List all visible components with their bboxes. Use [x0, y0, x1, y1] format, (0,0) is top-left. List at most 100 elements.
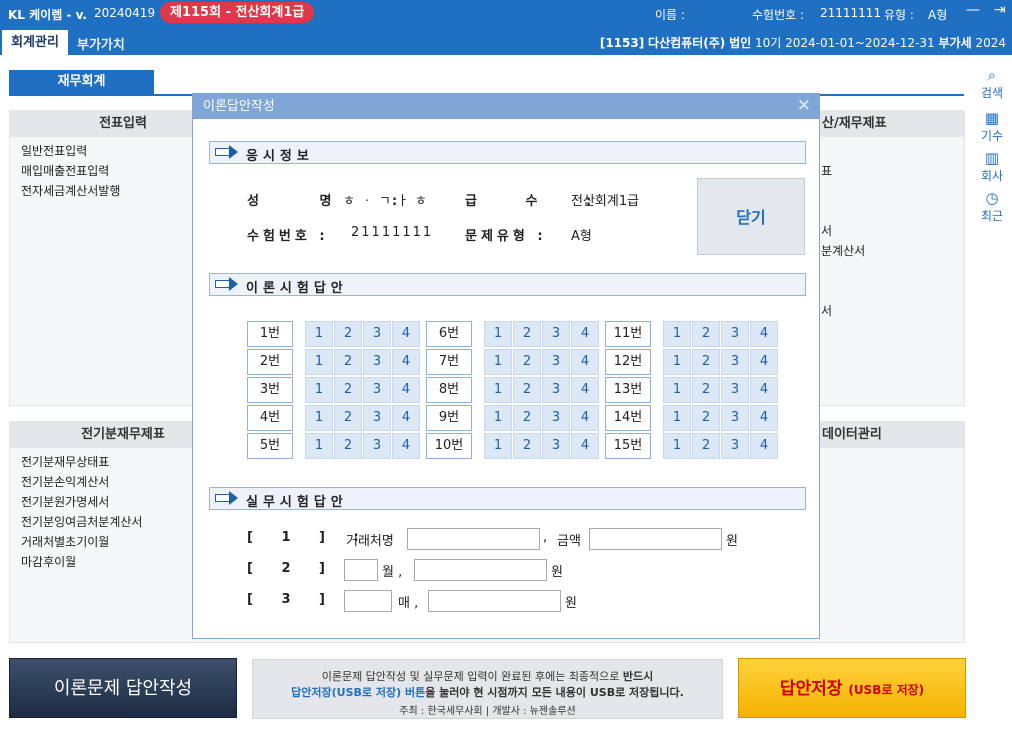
answer-option-button[interactable]: 3 [721, 349, 749, 375]
answer-option-button[interactable]: 1 [305, 349, 333, 375]
answer-option-button[interactable]: 4 [571, 405, 599, 431]
tab-vat[interactable]: 부가가치 [77, 34, 125, 53]
answer-option-button[interactable]: 2 [334, 349, 362, 375]
menu-item-prior-surplus[interactable]: 전기분잉여금처분계산서 [21, 513, 142, 530]
answer-option-button[interactable]: 3 [721, 405, 749, 431]
answer-option-button[interactable]: 1 [484, 433, 512, 459]
answer-option-button[interactable]: 2 [692, 377, 720, 403]
answer-option-button[interactable]: 4 [392, 377, 420, 403]
period-button[interactable]: ▦ 기수 [978, 110, 1006, 144]
recent-button[interactable]: ◷ 최근 [978, 190, 1006, 224]
close-button[interactable]: 닫기 [697, 178, 805, 255]
answer-option-button[interactable]: 4 [392, 405, 420, 431]
answer-option-button[interactable]: 1 [663, 321, 691, 347]
answer-option-button[interactable]: 2 [513, 433, 541, 459]
answer-option-button[interactable]: 2 [692, 321, 720, 347]
answer-option-button[interactable]: 3 [721, 377, 749, 403]
amount-2-input[interactable] [414, 559, 547, 581]
practical-answers-header: 실무시험답안 [209, 487, 806, 510]
answer-option-button[interactable]: 2 [513, 349, 541, 375]
answer-option-button[interactable]: 4 [392, 433, 420, 459]
answer-option-button[interactable]: 2 [334, 377, 362, 403]
answer-option-button[interactable]: 3 [542, 433, 570, 459]
search-button[interactable]: ⌕ 검색 [978, 67, 1006, 101]
theory-answer-button[interactable]: 이론문제 답안작성 [9, 658, 237, 718]
answer-option-button[interactable]: 2 [513, 405, 541, 431]
tab-financial[interactable]: 재무회계 [9, 70, 154, 94]
answer-option-button[interactable]: 2 [513, 377, 541, 403]
answer-option-button[interactable]: 4 [571, 349, 599, 375]
amount-1-input[interactable] [589, 528, 722, 550]
answer-option-button[interactable]: 2 [692, 405, 720, 431]
exit-icon[interactable]: ⇥ [994, 2, 1006, 18]
menu-item-right-2[interactable]: 서 [821, 222, 832, 239]
answer-option-button[interactable]: 4 [571, 377, 599, 403]
answer-option-button[interactable]: 1 [305, 405, 333, 431]
answer-option-button[interactable]: 2 [334, 433, 362, 459]
answer-option-button[interactable]: 1 [484, 321, 512, 347]
answer-option-button[interactable]: 4 [750, 349, 778, 375]
recent-label: 최근 [980, 209, 1004, 223]
company-button[interactable]: ▥ 회사 [978, 150, 1006, 184]
answer-option-button[interactable]: 4 [392, 349, 420, 375]
answer-option-button[interactable]: 1 [663, 349, 691, 375]
answer-option-button[interactable]: 1 [663, 377, 691, 403]
data-panel-head: 데이터관리 [820, 422, 964, 448]
answer-option-button[interactable]: 2 [513, 321, 541, 347]
menu-item-e-tax-invoice[interactable]: 전자세금계산서발행 [21, 182, 120, 199]
answer-option-button[interactable]: 1 [484, 349, 512, 375]
notice-text-1: 이론문제 답안작성 및 실무문제 입력이 완료된 후에는 최종적으로 [321, 670, 623, 683]
answer-option-button[interactable]: 3 [542, 377, 570, 403]
question-number: 9번 [426, 405, 472, 431]
answer-option-button[interactable]: 3 [363, 349, 391, 375]
question-number: 10번 [426, 433, 472, 459]
amount-3-input[interactable] [428, 590, 561, 612]
answer-option-button[interactable]: 1 [663, 433, 691, 459]
answer-option-button[interactable]: 4 [571, 321, 599, 347]
menu-item-prior-is[interactable]: 전기분손익계산서 [21, 473, 109, 490]
answer-option-button[interactable]: 1 [305, 433, 333, 459]
tab-accounting[interactable]: 회계관리 [2, 30, 68, 55]
menu-item-carryover[interactable]: 거래처별초기이월 [21, 533, 109, 550]
answer-option-button[interactable]: 4 [750, 405, 778, 431]
answer-option-button[interactable]: 1 [484, 377, 512, 403]
answer-option-button[interactable]: 4 [750, 433, 778, 459]
answer-option-button[interactable]: 3 [363, 321, 391, 347]
save-answers-button[interactable]: 답안저장 (USB로 저장) [738, 658, 966, 718]
answer-option-button[interactable]: 3 [363, 405, 391, 431]
answer-option-button[interactable]: 1 [484, 405, 512, 431]
answer-option-button[interactable]: 3 [542, 349, 570, 375]
answer-option-button[interactable]: 4 [392, 321, 420, 347]
answer-option-button[interactable]: 1 [305, 321, 333, 347]
menu-item-right-1[interactable]: 표 [821, 162, 832, 179]
month-input[interactable] [344, 559, 378, 581]
answer-option-button[interactable]: 1 [663, 405, 691, 431]
client-name-input[interactable] [407, 528, 540, 550]
answer-option-button[interactable]: 3 [363, 377, 391, 403]
answer-option-button[interactable]: 4 [750, 321, 778, 347]
answer-option-button[interactable]: 4 [571, 433, 599, 459]
answer-option-button[interactable]: 2 [692, 433, 720, 459]
answer-option-button[interactable]: 3 [542, 405, 570, 431]
menu-item-right-3[interactable]: 분계산서 [821, 242, 865, 259]
answer-option-button[interactable]: 2 [334, 405, 362, 431]
menu-item-right-4[interactable]: 서 [821, 302, 832, 319]
minimize-icon[interactable]: — [966, 2, 980, 18]
answer-option-button[interactable]: 3 [542, 321, 570, 347]
answer-option-button[interactable]: 3 [721, 321, 749, 347]
close-icon[interactable]: ✕ [797, 96, 811, 116]
practical-1-text-a: 거래처명 [346, 534, 394, 549]
answer-option-button[interactable]: 3 [721, 433, 749, 459]
menu-item-general-voucher[interactable]: 일반전표입력 [21, 142, 87, 159]
answer-option-button[interactable]: 2 [692, 349, 720, 375]
answer-option-button[interactable]: 4 [750, 377, 778, 403]
menu-item-closing[interactable]: 마감후이월 [21, 553, 76, 570]
company-name: 다산컴퓨터(주) [648, 36, 726, 50]
menu-item-purchase-sales[interactable]: 매입매출전표입력 [21, 162, 109, 179]
answer-option-button[interactable]: 3 [363, 433, 391, 459]
menu-item-prior-cost[interactable]: 전기분원가명세서 [21, 493, 109, 510]
menu-item-prior-bs[interactable]: 전기분재무상태표 [21, 453, 109, 470]
answer-option-button[interactable]: 2 [334, 321, 362, 347]
answer-option-button[interactable]: 1 [305, 377, 333, 403]
count-input[interactable] [344, 590, 392, 612]
